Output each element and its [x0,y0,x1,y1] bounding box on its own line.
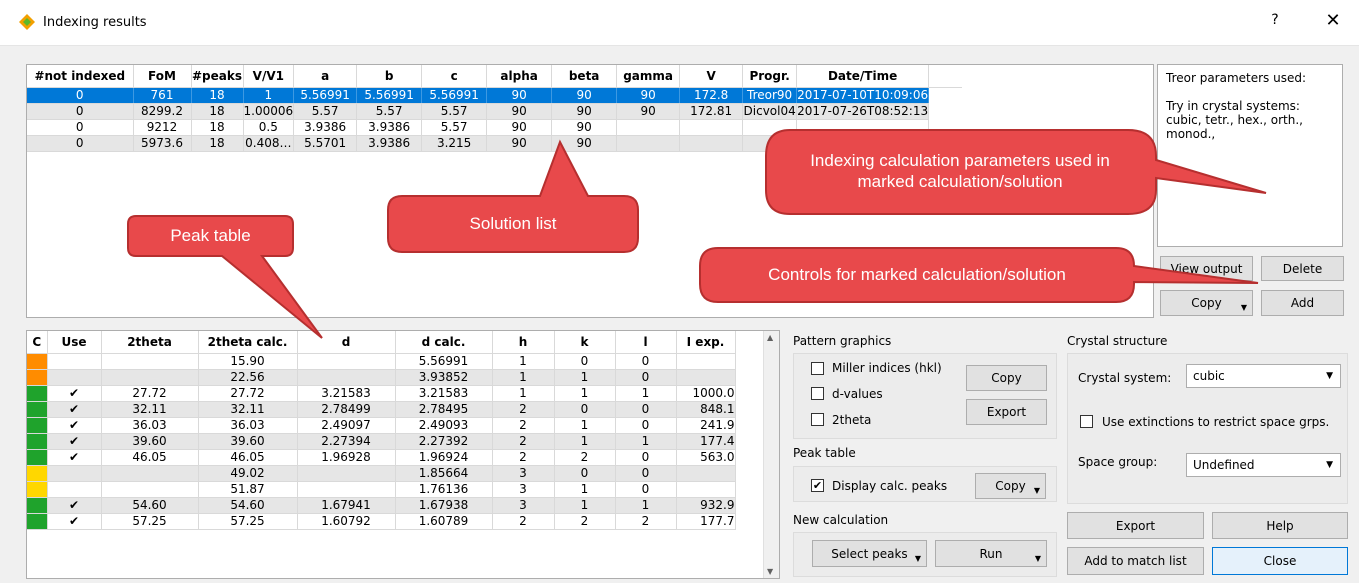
peak-table-callout-text: Peak table [170,226,251,245]
annotation-callouts [127,129,1267,339]
controls-callout-text: Controls for marked calculation/solution [768,265,1066,284]
parameters-callout-text: Indexing calculation parameters used in … [810,151,1110,191]
solution-list-callout [387,139,639,253]
solution-list-callout-text: Solution list [469,214,557,233]
